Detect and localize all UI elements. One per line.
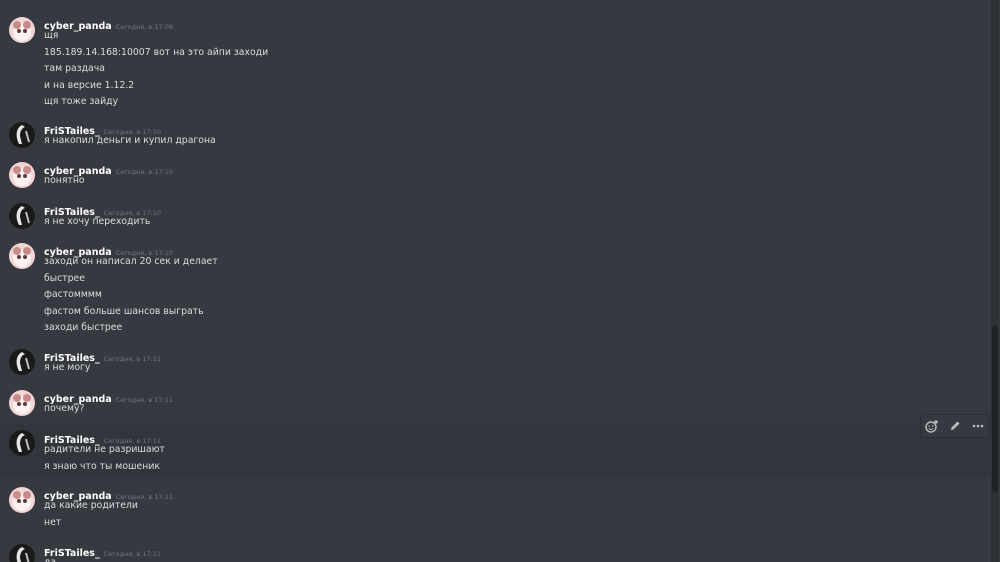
message-lines: заходи он написал 20 сек и делает быстре… <box>44 255 218 338</box>
message-header: cyber_panda Сегодня, в 17:09 <box>44 14 173 32</box>
message-text: щя <box>44 30 59 41</box>
message-text: быстрее <box>44 272 85 284</box>
message-text: я не хочу переходить <box>44 216 151 227</box>
user-avatar-panda[interactable] <box>9 243 35 269</box>
user-avatar-panda[interactable] <box>9 162 35 188</box>
message-text: да какие родители <box>44 500 138 511</box>
message-header: FriSTailes_ Сегодня, в 17:11 <box>44 541 162 559</box>
message-lines: почему? <box>44 402 84 419</box>
message-lines: щя 185.189.14.168:10007 вот на это айпи … <box>44 29 268 112</box>
message-header: FriSTailes_ Сегодня, в 17:11 <box>44 428 161 446</box>
message-text: фастомммм <box>44 289 102 300</box>
message-text: да <box>44 556 56 562</box>
edit-icon[interactable] <box>946 417 964 435</box>
message-text: я накопил деньги и купил драгона <box>44 135 216 146</box>
message-actions-toolbar <box>920 414 990 438</box>
more-icon[interactable] <box>969 417 987 435</box>
message-lines: радители не разришают я знаю что ты моше… <box>44 443 165 476</box>
message-text: почему? <box>44 403 85 414</box>
message-text: щя тоже зайду <box>44 96 119 107</box>
message-text: я не могу <box>44 362 91 373</box>
message-lines: я не хочу переходить <box>44 215 150 232</box>
message-lines: я накопил деньги и купил драгона <box>44 134 216 151</box>
user-avatar-dark[interactable] <box>9 349 35 375</box>
message-text: заходи быстрее <box>44 322 123 333</box>
message-lines: понятно <box>44 174 85 191</box>
message-text: фастом больше шансов выграть <box>44 305 204 317</box>
user-avatar-dark[interactable] <box>9 544 35 562</box>
user-avatar-panda[interactable] <box>9 487 35 513</box>
message-text: 185.189.14.168:10007 вот на это айпи зах… <box>44 46 269 58</box>
scrollbar-thumb[interactable] <box>992 325 998 493</box>
timestamp: Сегодня, в 17:11 <box>103 355 162 363</box>
timestamp: Сегодня, в 17:11 <box>115 396 174 404</box>
message-text: радители не разришают <box>44 444 165 455</box>
timestamp: Сегодня, в 17:11 <box>103 550 162 558</box>
message-text: там раздача <box>44 63 105 74</box>
user-avatar-dark[interactable] <box>9 122 35 148</box>
message-header: FriSTailes_ Сегодня, в 17:10 <box>44 119 161 137</box>
message-header: cyber_panda Сегодня, в 17:10 <box>44 159 174 177</box>
message-lines: да какие родители нет <box>44 499 138 532</box>
add-reaction-icon[interactable] <box>923 417 941 435</box>
message-text: заходи он написал 20 сек и делает <box>44 256 218 267</box>
message-header: FriSTailes_ Сегодня, в 17:11 <box>44 346 162 364</box>
message-header: cyber_panda Сегодня, в 17:11 <box>44 484 173 502</box>
message-text: понятно <box>44 175 85 186</box>
user-avatar-panda[interactable] <box>9 17 35 43</box>
chat-messages: cyber_panda Сегодня, в 17:09 щя 185.189.1… <box>0 0 1000 562</box>
message-group-hovered: FriSTailes_ Сегодня, в 17:11 радители не … <box>0 424 990 476</box>
message-header: FriSTailes_ Сегодня, в 17:10 <box>44 200 161 218</box>
message-text: и на версие 1.12.2 <box>44 79 135 91</box>
message-header: cyber_panda Сегодня, в 17:11 <box>44 387 174 405</box>
timestamp: Сегодня, в 17:10 <box>115 168 174 176</box>
user-avatar-dark[interactable] <box>9 203 35 229</box>
message-text: нет <box>44 516 62 528</box>
message-text: я знаю что ты мошеник <box>44 460 160 472</box>
user-avatar-panda[interactable] <box>9 390 35 416</box>
message-header: cyber_panda Сегодня, в 17:10 <box>44 240 173 258</box>
message-lines: да <box>44 556 56 562</box>
user-avatar-dark[interactable] <box>9 430 35 456</box>
message-lines: я не могу <box>44 361 90 378</box>
